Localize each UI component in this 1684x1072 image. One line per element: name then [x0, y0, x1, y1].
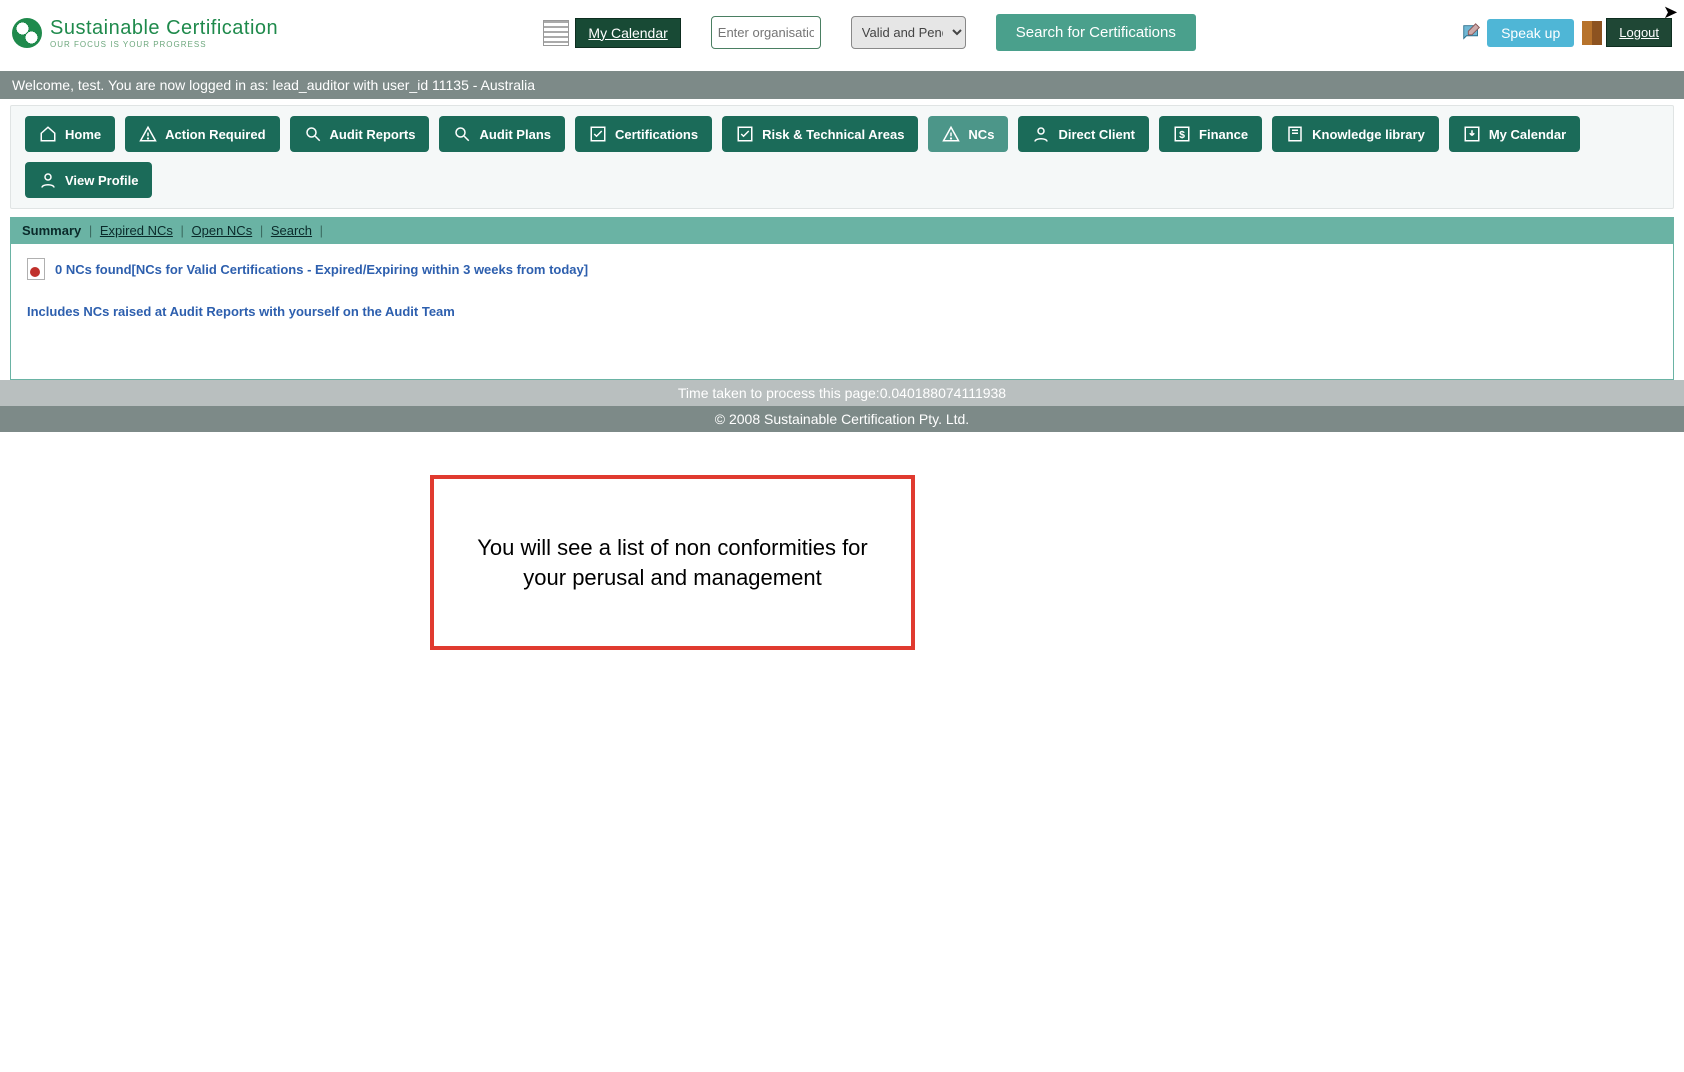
nav-label: Audit Plans — [479, 127, 551, 142]
subtab-summary[interactable]: Summary — [22, 223, 81, 238]
warn-icon — [139, 125, 157, 143]
nav-label: Risk & Technical Areas — [762, 127, 904, 142]
nav-label: Home — [65, 127, 101, 142]
speak-up-button[interactable]: Speak up — [1487, 19, 1574, 47]
nav-audit-reports[interactable]: Audit Reports — [290, 116, 430, 152]
subtabs-bar: Summary | Expired NCs | Open NCs | Searc… — [10, 217, 1674, 244]
nav-direct-client[interactable]: Direct Client — [1018, 116, 1149, 152]
my-calendar-button[interactable]: My Calendar — [575, 18, 680, 48]
nav-finance[interactable]: Finance — [1159, 116, 1262, 152]
nav-certifications[interactable]: Certifications — [575, 116, 712, 152]
logo-line1: Sustainable Certification — [50, 17, 278, 40]
status-filter-select[interactable]: Valid and Pending — [851, 16, 966, 49]
home-icon — [39, 125, 57, 143]
search-doc-icon — [304, 125, 322, 143]
nav-label: Action Required — [165, 127, 265, 142]
nav-label: NCs — [968, 127, 994, 142]
organisation-search-input[interactable] — [711, 16, 821, 49]
nav-action-required[interactable]: Action Required — [125, 116, 279, 152]
person-icon — [1032, 125, 1050, 143]
welcome-bar: Welcome, test. You are now logged in as:… — [0, 71, 1684, 99]
logo[interactable]: Sustainable Certification OUR FOCUS IS Y… — [12, 17, 278, 49]
calendar-icon — [543, 20, 569, 46]
nav-label: My Calendar — [1489, 127, 1566, 142]
copyright-bar: © 2008 Sustainable Certification Pty. Lt… — [0, 406, 1684, 432]
content-panel: 0 NCs found[NCs for Valid Certifications… — [10, 244, 1674, 380]
ncs-includes-text: Includes NCs raised at Audit Reports wit… — [27, 304, 1657, 319]
nav-label: Direct Client — [1058, 127, 1135, 142]
nav-ncs[interactable]: NCs — [928, 116, 1008, 152]
nav-label: Certifications — [615, 127, 698, 142]
nav-risk-technical-areas[interactable]: Risk & Technical Areas — [722, 116, 918, 152]
ncs-found-text: 0 NCs found[NCs for Valid Certifications… — [55, 262, 588, 277]
check-icon — [589, 125, 607, 143]
nav-label: Audit Reports — [330, 127, 416, 142]
instruction-annotation: You will see a list of non conformities … — [430, 475, 915, 650]
nav-home[interactable]: Home — [25, 116, 115, 152]
warn-icon — [942, 125, 960, 143]
nav-label: Knowledge library — [1312, 127, 1425, 142]
book-icon — [1286, 125, 1304, 143]
subtab-search[interactable]: Search — [271, 223, 312, 238]
main-nav: Home Action Required Audit Reports Audit Pl… — [10, 105, 1674, 209]
nav-label: View Profile — [65, 173, 138, 188]
logout-door-icon — [1582, 21, 1602, 45]
download-icon — [1463, 125, 1481, 143]
nav-audit-plans[interactable]: Audit Plans — [439, 116, 565, 152]
subtab-open-ncs[interactable]: Open NCs — [192, 223, 253, 238]
logo-mark-icon — [12, 18, 42, 48]
subtab-expired-ncs[interactable]: Expired NCs — [100, 223, 173, 238]
search-certifications-button[interactable]: Search for Certifications — [996, 14, 1196, 51]
nav-view-profile[interactable]: View Profile — [25, 162, 152, 198]
logo-text: Sustainable Certification OUR FOCUS IS Y… — [50, 17, 278, 49]
nav-knowledge-library[interactable]: Knowledge library — [1272, 116, 1439, 152]
nav-label: Finance — [1199, 127, 1248, 142]
speak-up-icon — [1461, 22, 1483, 44]
nav-my-calendar[interactable]: My Calendar — [1449, 116, 1580, 152]
mouse-cursor-icon: ➤ — [1663, 2, 1678, 23]
check-icon — [736, 125, 754, 143]
dollar-icon — [1173, 125, 1191, 143]
search-doc-icon — [453, 125, 471, 143]
header: Sustainable Certification OUR FOCUS IS Y… — [0, 0, 1684, 71]
logo-line2: OUR FOCUS IS YOUR PROGRESS — [50, 40, 278, 49]
doc-blocked-icon — [27, 258, 45, 280]
time-taken-bar: Time taken to process this page:0.040188… — [0, 380, 1684, 406]
person-icon — [39, 171, 57, 189]
instruction-annotation-text: You will see a list of non conformities … — [464, 533, 881, 592]
